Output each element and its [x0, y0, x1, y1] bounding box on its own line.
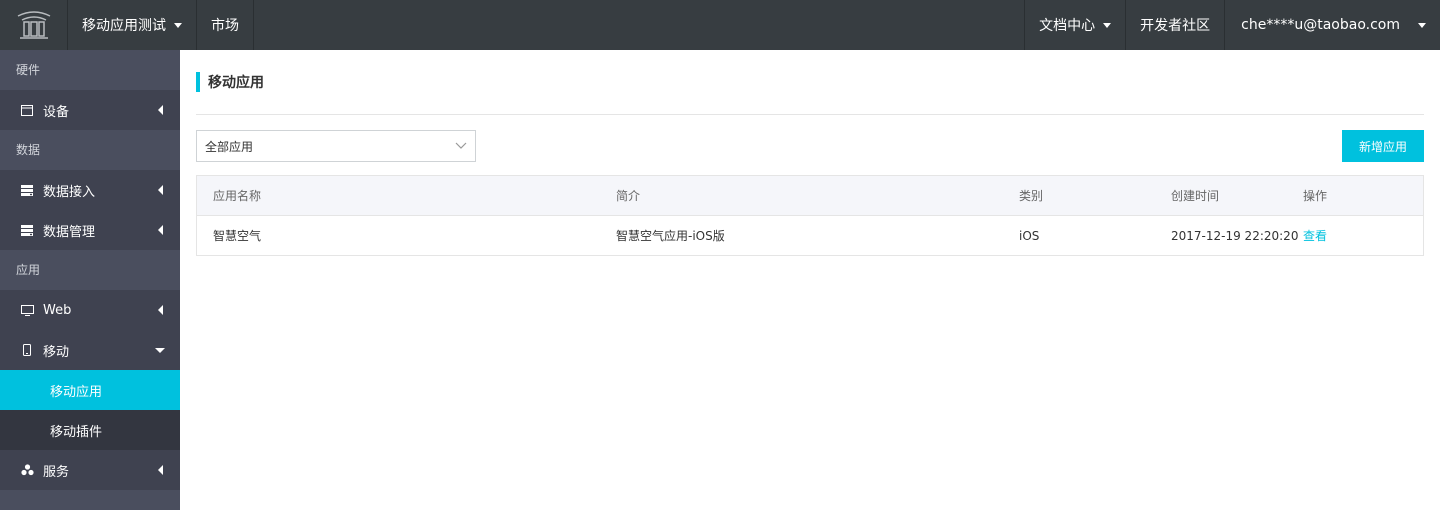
market-link[interactable]: 市场: [197, 0, 254, 50]
user-menu[interactable]: che****u@taobao.com: [1224, 0, 1440, 50]
app-filter-select[interactable]: 全部应用: [196, 130, 476, 162]
sidebar-section-app: 应用: [16, 263, 41, 277]
docs-menu[interactable]: 文档中心: [1024, 0, 1125, 50]
caret-down-icon: [174, 22, 182, 28]
title-accent-bar: [196, 72, 200, 92]
sidebar-item-device[interactable]: 设备: [0, 90, 180, 130]
caret-down-icon: [155, 348, 165, 353]
caret-left-icon: [158, 465, 163, 475]
cubes-icon: [20, 463, 34, 477]
sidebar-item-label: 移动: [43, 344, 70, 360]
sidebar-subitem-label: 移动应用: [50, 384, 103, 400]
column-header-action: 操作: [1303, 189, 1328, 203]
sidebar-item-label: Web: [43, 302, 72, 318]
sidebar-item-web[interactable]: Web: [0, 290, 180, 330]
sidebar-item-data-manage[interactable]: 数据管理: [0, 210, 180, 250]
sidebar-subitem-mobile-plugin[interactable]: 移动插件: [0, 410, 180, 450]
server-icon: [20, 223, 34, 237]
chevron-down-icon: [455, 142, 467, 149]
sidebar-item-label: 数据接入: [43, 184, 96, 200]
caret-down-icon: [1418, 22, 1426, 28]
sidebar-subitem-label: 移动插件: [50, 424, 103, 440]
cell-app-created: 2017-12-19 22:20:20: [1171, 228, 1299, 243]
docs-label: 文档中心: [1039, 18, 1096, 34]
sidebar-subitem-mobile-app[interactable]: 移动应用: [0, 370, 180, 410]
product-switcher[interactable]: 移动应用测试: [68, 0, 197, 50]
caret-left-icon: [158, 185, 163, 195]
table-row: 智慧空气 智慧空气应用-iOS版 iOS 2017-12-19 22:20:20…: [197, 216, 1423, 255]
column-header-name: 应用名称: [213, 189, 262, 203]
toolbar: 全部应用 新增应用: [196, 130, 1424, 162]
browser-window-icon: [20, 103, 34, 117]
page-header: 移动应用: [196, 50, 1424, 115]
cell-app-desc: 智慧空气应用-iOS版: [616, 229, 725, 243]
market-label: 市场: [211, 18, 239, 34]
cell-app-category: iOS: [1019, 228, 1040, 243]
sidebar-section-data: 数据: [16, 143, 41, 157]
mobile-phone-icon: [20, 343, 34, 357]
cell-app-name: 智慧空气: [213, 229, 262, 243]
iot-logo-icon: [17, 11, 50, 39]
table-header: 应用名称 简介 类别 创建时间 操作: [197, 176, 1423, 216]
page-title: 移动应用: [208, 75, 264, 91]
sidebar-item-label: 设备: [43, 104, 70, 120]
product-switcher-label: 移动应用测试: [82, 18, 166, 34]
column-header-desc: 简介: [616, 189, 641, 203]
caret-left-icon: [158, 305, 163, 315]
sidebar-item-data-access[interactable]: 数据接入: [0, 170, 180, 210]
caret-down-icon: [1103, 22, 1112, 28]
view-link[interactable]: 查看: [1303, 229, 1327, 243]
add-app-button[interactable]: 新增应用: [1342, 130, 1424, 162]
caret-left-icon: [158, 105, 163, 115]
main-content: 移动应用 全部应用 新增应用 应用名称 简介 类别 创建时间 操作 智慧空气 智…: [196, 50, 1424, 256]
sidebar-section-hardware: 硬件: [16, 63, 41, 77]
sidebar-item-mobile[interactable]: 移动: [0, 330, 180, 370]
community-link[interactable]: 开发者社区: [1125, 0, 1224, 50]
apps-table: 应用名称 简介 类别 创建时间 操作 智慧空气 智慧空气应用-iOS版 iOS …: [196, 175, 1424, 256]
sidebar-item-label: 服务: [43, 464, 70, 480]
logo[interactable]: [0, 0, 68, 50]
top-navbar: 移动应用测试 市场 文档中心 开发者社区 che****u@taobao.com: [0, 0, 1440, 50]
column-header-created: 创建时间: [1171, 189, 1220, 203]
monitor-icon: [20, 303, 34, 317]
sidebar-item-service[interactable]: 服务: [0, 450, 180, 490]
sidebar-item-label: 数据管理: [43, 224, 96, 240]
caret-left-icon: [158, 225, 163, 235]
community-label: 开发者社区: [1140, 18, 1211, 34]
server-icon: [20, 183, 34, 197]
column-header-category: 类别: [1019, 189, 1044, 203]
sidebar: 硬件 设备 数据 数据接入 数据管理 应用 Web 移动 移动应用 移动插件 服…: [0, 50, 180, 510]
user-email: che****u@taobao.com: [1241, 17, 1400, 33]
app-filter-value: 全部应用: [205, 139, 254, 154]
